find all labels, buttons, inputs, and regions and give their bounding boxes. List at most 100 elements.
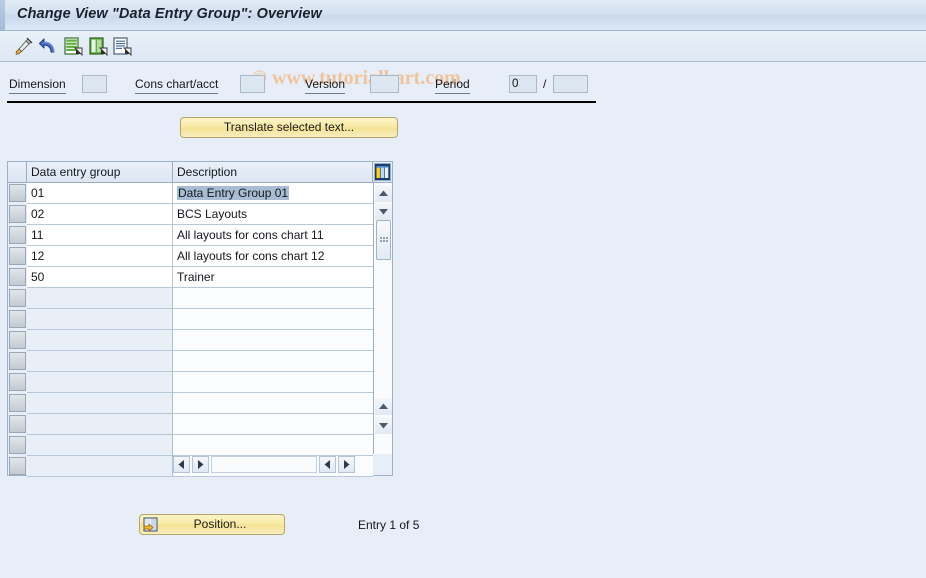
row-select-button[interactable] <box>9 310 26 328</box>
cell-data-entry-group[interactable]: 12 <box>27 246 173 267</box>
cell-data-entry-group[interactable] <box>27 414 173 435</box>
cell-description[interactable] <box>173 330 373 351</box>
row-select-button[interactable] <box>9 415 26 433</box>
cell-description[interactable] <box>173 309 373 330</box>
table-header-row: Data entry group Description <box>8 162 392 183</box>
row-select-button[interactable] <box>9 247 26 265</box>
data-entry-group-table: Data entry group Description 01 Data Entr… <box>7 161 393 477</box>
row-select-button[interactable] <box>9 373 26 391</box>
row-select-button[interactable] <box>9 226 26 244</box>
cell-description[interactable] <box>173 435 373 456</box>
scroll-thumb-grip-icon <box>380 237 388 244</box>
vertical-scroll-thumb[interactable] <box>376 220 391 260</box>
cell-data-entry-group[interactable] <box>27 435 173 456</box>
cell-description[interactable]: Data Entry Group 01 <box>173 183 373 204</box>
row-select-button[interactable] <box>9 457 26 475</box>
scroll-up-arrow-icon[interactable] <box>375 185 392 202</box>
table-row[interactable] <box>8 351 392 372</box>
position-goto-icon <box>143 517 159 532</box>
cell-data-entry-group[interactable] <box>27 372 173 393</box>
table-row[interactable]: 11 All layouts for cons chart 11 <box>8 225 392 246</box>
cell-description[interactable]: BCS Layouts <box>173 204 373 225</box>
period-label: Period <box>435 77 470 94</box>
table-horizontal-scrollbar[interactable] <box>173 456 391 474</box>
table-row[interactable]: 01 Data Entry Group 01 <box>8 183 392 204</box>
table-row[interactable]: 02 BCS Layouts <box>8 204 392 225</box>
cell-data-entry-group[interactable] <box>27 330 173 351</box>
page-title: Change View "Data Entry Group": Overview <box>17 6 322 22</box>
cell-data-entry-group[interactable]: 11 <box>27 225 173 246</box>
version-label: Version <box>305 77 346 94</box>
row-select-button[interactable] <box>9 184 26 202</box>
entry-counter-status: Entry 1 of 5 <box>358 518 420 532</box>
cell-data-entry-group[interactable] <box>27 393 173 414</box>
scroll-down-arrow-icon[interactable] <box>375 203 392 220</box>
table-row[interactable] <box>8 309 392 330</box>
cons-chart-acct-label: Cons chart/acct <box>135 77 219 94</box>
table-row[interactable] <box>8 330 392 351</box>
row-select-button[interactable] <box>9 436 26 454</box>
table-row[interactable] <box>8 435 392 456</box>
window-title-bar: Change View "Data Entry Group": Overview <box>0 0 926 31</box>
scroll-right-end-arrow-icon[interactable] <box>338 456 355 473</box>
selected-cell-text: Data Entry Group 01 <box>177 186 290 200</box>
position-button-label: Position... <box>193 517 247 531</box>
application-toolbar: © www.tutorialkart.com <box>0 31 926 89</box>
cell-description[interactable] <box>173 351 373 372</box>
column-header-description[interactable]: Description <box>173 162 373 182</box>
period-from-input[interactable] <box>509 75 537 93</box>
row-select-button[interactable] <box>9 205 26 223</box>
table-row[interactable]: 12 All layouts for cons chart 12 <box>8 246 392 267</box>
cell-description[interactable] <box>173 372 373 393</box>
row-select-button[interactable] <box>9 289 26 307</box>
filter-divider <box>7 101 596 103</box>
table-settings-icon[interactable] <box>374 163 391 181</box>
table-row[interactable] <box>8 414 392 435</box>
scroll-left-arrow-icon[interactable] <box>173 456 190 473</box>
horizontal-scroll-track[interactable] <box>211 456 317 473</box>
position-button[interactable]: Position... <box>139 514 285 535</box>
translate-selected-text-button[interactable]: Translate selected text... <box>180 117 398 138</box>
cell-data-entry-group[interactable] <box>27 288 173 309</box>
new-entries-icon[interactable] <box>62 35 84 57</box>
cell-data-entry-group[interactable] <box>27 456 173 477</box>
cons-chart-acct-input[interactable] <box>240 75 265 93</box>
copy-as-icon[interactable] <box>87 35 109 57</box>
back-undo-arrow-icon[interactable] <box>38 35 60 57</box>
page-down-arrow-icon[interactable] <box>375 417 392 434</box>
scroll-left-end-arrow-icon[interactable] <box>319 456 336 473</box>
column-header-data-entry-group[interactable]: Data entry group <box>27 162 173 182</box>
title-accent-stripe <box>0 0 5 30</box>
select-all-column-header[interactable] <box>8 162 27 182</box>
row-select-button[interactable] <box>9 268 26 286</box>
table-row[interactable] <box>8 393 392 414</box>
cell-data-entry-group[interactable]: 02 <box>27 204 173 225</box>
table-vertical-scrollbar[interactable] <box>373 183 392 454</box>
version-input[interactable] <box>370 75 399 93</box>
cell-data-entry-group[interactable] <box>27 309 173 330</box>
cell-description[interactable]: All layouts for cons chart 11 <box>173 225 373 246</box>
row-select-button[interactable] <box>9 394 26 412</box>
row-select-button[interactable] <box>9 352 26 370</box>
period-separator: / <box>543 77 547 91</box>
cell-data-entry-group[interactable] <box>27 351 173 372</box>
cell-description[interactable] <box>173 288 373 309</box>
selection-filter-bar: Dimension Cons chart/acct Version Period… <box>0 70 926 100</box>
cell-description[interactable]: Trainer <box>173 267 373 288</box>
dimension-input[interactable] <box>82 75 107 93</box>
cell-description[interactable] <box>173 393 373 414</box>
row-select-button[interactable] <box>9 331 26 349</box>
edit-pencil-icon[interactable] <box>12 35 34 57</box>
table-row[interactable]: 50 Trainer <box>8 267 392 288</box>
cell-description[interactable]: All layouts for cons chart 12 <box>173 246 373 267</box>
page-up-arrow-icon[interactable] <box>375 398 392 415</box>
scroll-right-arrow-icon[interactable] <box>192 456 209 473</box>
table-row[interactable] <box>8 288 392 309</box>
dimension-label: Dimension <box>9 77 66 94</box>
cell-data-entry-group[interactable]: 50 <box>27 267 173 288</box>
cell-data-entry-group[interactable]: 01 <box>27 183 173 204</box>
table-row[interactable] <box>8 372 392 393</box>
cell-description[interactable] <box>173 414 373 435</box>
details-icon[interactable] <box>111 35 133 57</box>
period-to-input[interactable] <box>553 75 588 93</box>
